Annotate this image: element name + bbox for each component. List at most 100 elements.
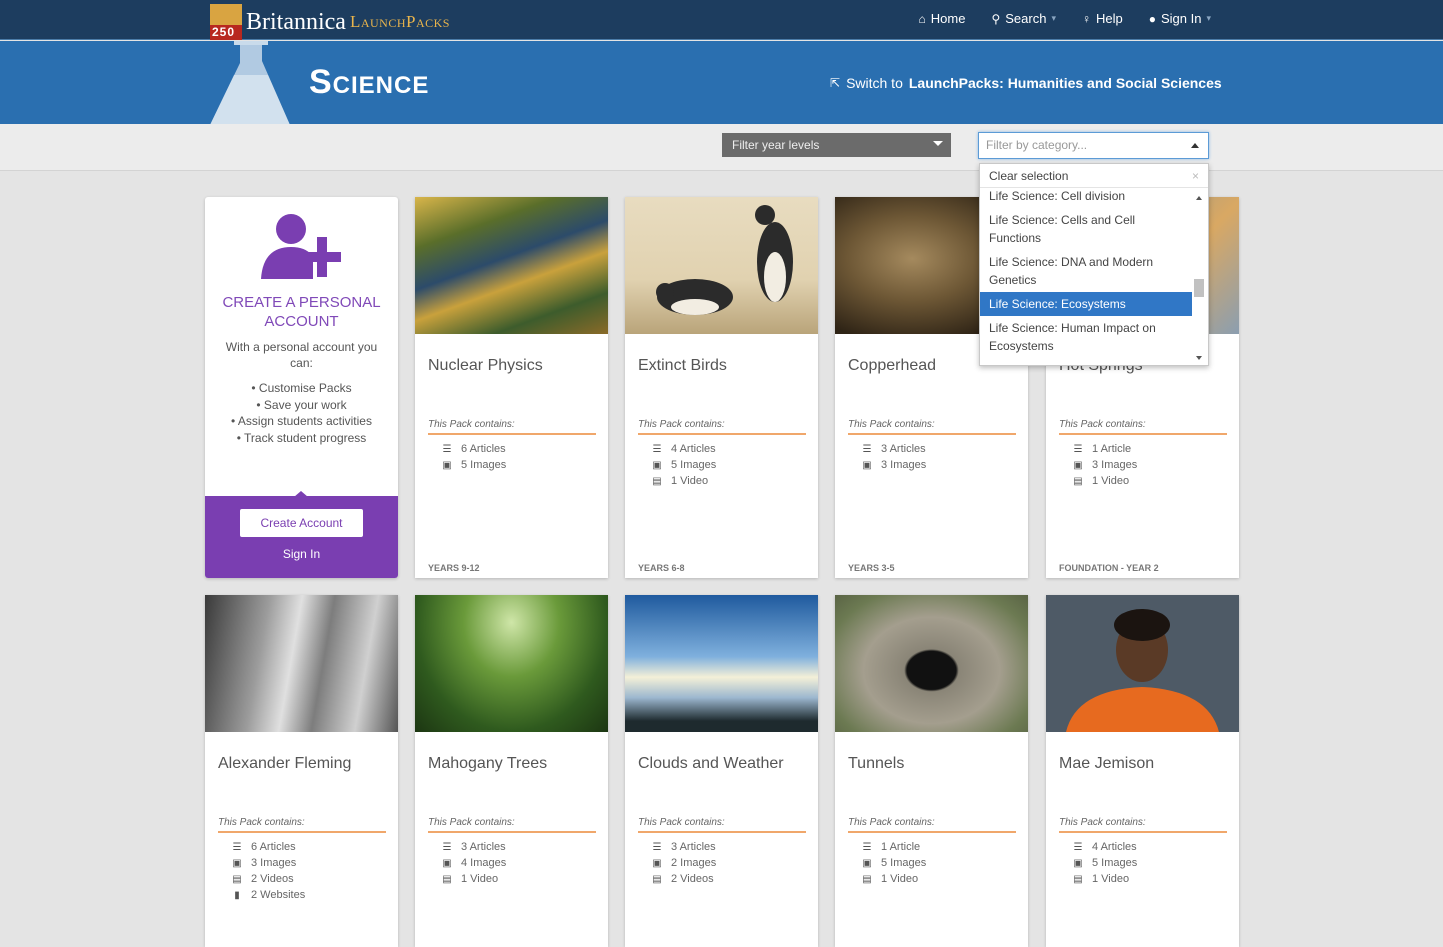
scrollbar-thumb[interactable] [1194, 279, 1204, 297]
clear-selection-option[interactable]: Clear selection × [980, 164, 1208, 188]
pack-item: ▤ 2 Videos [652, 873, 714, 885]
nav-search[interactable]: ⚲ Search ▾ [991, 11, 1056, 26]
help-icon: ♀ [1081, 11, 1091, 26]
pack-item: ▤ 1 Video [862, 873, 919, 885]
video-icon: ▤ [1073, 873, 1083, 885]
category-option[interactable]: Life Science: Interactions within [980, 358, 1192, 365]
pack-card[interactable]: Extinct Birds This Pack contains: ☰ 4 Art… [625, 197, 818, 578]
pack-contents: ☰ 6 Articles ▣ 3 Images ▤ 2 Videos ▮ 2 Websi… [231, 839, 305, 903]
pack-card[interactable]: Nuclear Physics This Pack contains: ☰ 6 A… [415, 197, 608, 578]
pack-item: ▤ 1 Video [1073, 873, 1130, 885]
pack-card[interactable]: Alexander Fleming This Pack contains: ☰ 6… [205, 595, 398, 947]
dropdown-scrollbar[interactable] [1192, 189, 1208, 365]
pack-card[interactable]: Clouds and Weather This Pack contains: ☰… [625, 595, 818, 947]
pack-item: ▣ 3 Images [232, 857, 297, 869]
category-option[interactable]: Life Science: Cells and Cell Functions [980, 208, 1192, 250]
pack-contents: ☰ 4 Articles ▣ 5 Images ▤ 1 Video [651, 441, 716, 489]
pack-item: ▮ 2 Websites [231, 887, 305, 903]
search-icon: ⚲ [991, 11, 1001, 26]
pack-item: ▣ 5 Images [1073, 857, 1138, 869]
images-icon: ▣ [1073, 857, 1083, 869]
sign-in-link[interactable]: Sign In [205, 547, 398, 561]
images-icon: ▣ [652, 857, 662, 869]
scroll-down-icon[interactable] [1196, 356, 1202, 360]
pack-item: ☰ 4 Articles [652, 443, 716, 455]
pack-item: ☰ 6 Articles [442, 443, 506, 455]
pack-item: ☰ 6 Articles [232, 841, 296, 853]
anniversary-badge: 250 [210, 4, 242, 40]
video-icon: ▤ [232, 873, 242, 885]
category-filter-input[interactable]: Filter by category... [978, 132, 1209, 159]
pack-card[interactable]: Tunnels This Pack contains: ☰ 1 Article ▣… [835, 595, 1028, 947]
images-icon: ▣ [652, 459, 662, 471]
pack-title: Alexander Fleming [218, 755, 352, 772]
pack-item: ▣ 5 Images [652, 459, 717, 471]
account-benefits-list: • Customise Packs • Save your work • Ass… [205, 380, 398, 446]
nav-help[interactable]: ♀ Help [1082, 11, 1123, 26]
pack-item: ▤ 2 Videos [232, 873, 294, 885]
pack-item: ▣ 4 Images [442, 857, 507, 869]
articles-icon: ☰ [652, 443, 662, 455]
articles-icon: ☰ [652, 841, 662, 853]
pack-item: ☰ 1 Article [1073, 443, 1132, 455]
pack-item: ▣ 5 Images [442, 459, 507, 471]
filter-bar: Filter year levels Filter by category... [0, 124, 1443, 171]
articles-icon: ☰ [1073, 443, 1083, 455]
category-option-selected[interactable]: Life Science: Ecosystems [980, 292, 1192, 316]
year-level: YEARS 6-8 [638, 563, 685, 573]
flask-icon [210, 41, 290, 124]
pack-item: ☰ 1 Article [862, 841, 921, 853]
nav-home[interactable]: ⌂ Home [919, 11, 966, 26]
britannica-logo[interactable]: 250 Britannica LaunchPacks [210, 4, 450, 40]
pack-contains-label: This Pack contains: [1059, 817, 1227, 833]
benefit-item: • Track student progress [236, 430, 367, 445]
nav-sign-in[interactable]: ● Sign In ▾ [1149, 11, 1211, 26]
pack-contains-label: This Pack contains: [428, 419, 596, 435]
home-icon: ⌂ [918, 11, 926, 26]
year-level: YEARS 3-5 [848, 563, 895, 573]
articles-icon: ☰ [442, 443, 452, 455]
pack-item: ☰ 3 Articles [652, 841, 716, 853]
pack-item: ☰ 3 Articles [442, 841, 506, 853]
articles-icon: ☰ [862, 443, 872, 455]
create-account-button[interactable]: Create Account [240, 509, 363, 537]
articles-icon: ☰ [862, 841, 872, 853]
add-user-icon [261, 214, 341, 279]
video-icon: ▤ [652, 475, 662, 487]
pack-title: Mahogany Trees [428, 755, 548, 772]
top-navbar: 250 Britannica LaunchPacks ⌂ Home ⚲ Sear… [0, 0, 1443, 40]
pack-card[interactable]: Mae Jemison This Pack contains: ☰ 4 Artic… [1046, 595, 1239, 947]
pack-contents: ☰ 4 Articles ▣ 5 Images ▤ 1 Video [1072, 839, 1137, 887]
close-icon[interactable]: × [1192, 169, 1199, 183]
articles-icon: ☰ [1073, 841, 1083, 853]
nav-menu: ⌂ Home ⚲ Search ▾ ♀ Help ● Sign In ▾ [919, 11, 1211, 26]
pack-title: Nuclear Physics [428, 357, 543, 374]
pack-image [625, 197, 818, 334]
pack-title: Copperhead [848, 357, 937, 374]
account-lead-text: With a personal account you can: [225, 340, 378, 370]
category-option[interactable]: Life Science: Human Impact on Ecosystems [980, 316, 1192, 358]
images-icon: ▣ [442, 459, 452, 471]
images-icon: ▣ [862, 459, 872, 471]
account-heading: CREATE A PERSONAL ACCOUNT [222, 294, 381, 330]
pack-contains-label: This Pack contains: [848, 419, 1016, 435]
chevron-down-icon: ▾ [1206, 13, 1211, 23]
pack-item: ▤ 1 Video [1073, 475, 1130, 487]
pack-title: Clouds and Weather [638, 755, 784, 772]
pack-item: ▣ 3 Images [1073, 459, 1138, 471]
year-level-filter[interactable]: Filter year levels [722, 133, 951, 157]
video-icon: ▤ [652, 873, 662, 885]
pack-contents: ☰ 6 Articles ▣ 5 Images [441, 441, 506, 473]
pack-item: ▣ 5 Images [862, 857, 927, 869]
pack-card[interactable]: Mahogany Trees This Pack contains: ☰ 3 Ar… [415, 595, 608, 947]
pack-image [415, 595, 608, 732]
category-option[interactable]: Life Science: DNA and Modern Genetics [980, 250, 1192, 292]
switch-pack-link[interactable]: ⇱ Switch to LaunchPacks: Humanities and … [830, 75, 1222, 91]
pack-title: Mae Jemison [1059, 755, 1155, 772]
pack-item: ▣ 2 Images [652, 857, 717, 869]
scroll-up-icon[interactable] [1196, 196, 1202, 200]
pack-contains-label: This Pack contains: [218, 817, 386, 833]
pack-contents: ☰ 3 Articles ▣ 2 Images ▤ 2 Videos [651, 839, 716, 887]
images-icon: ▣ [442, 857, 452, 869]
pack-contains-label: This Pack contains: [428, 817, 596, 833]
